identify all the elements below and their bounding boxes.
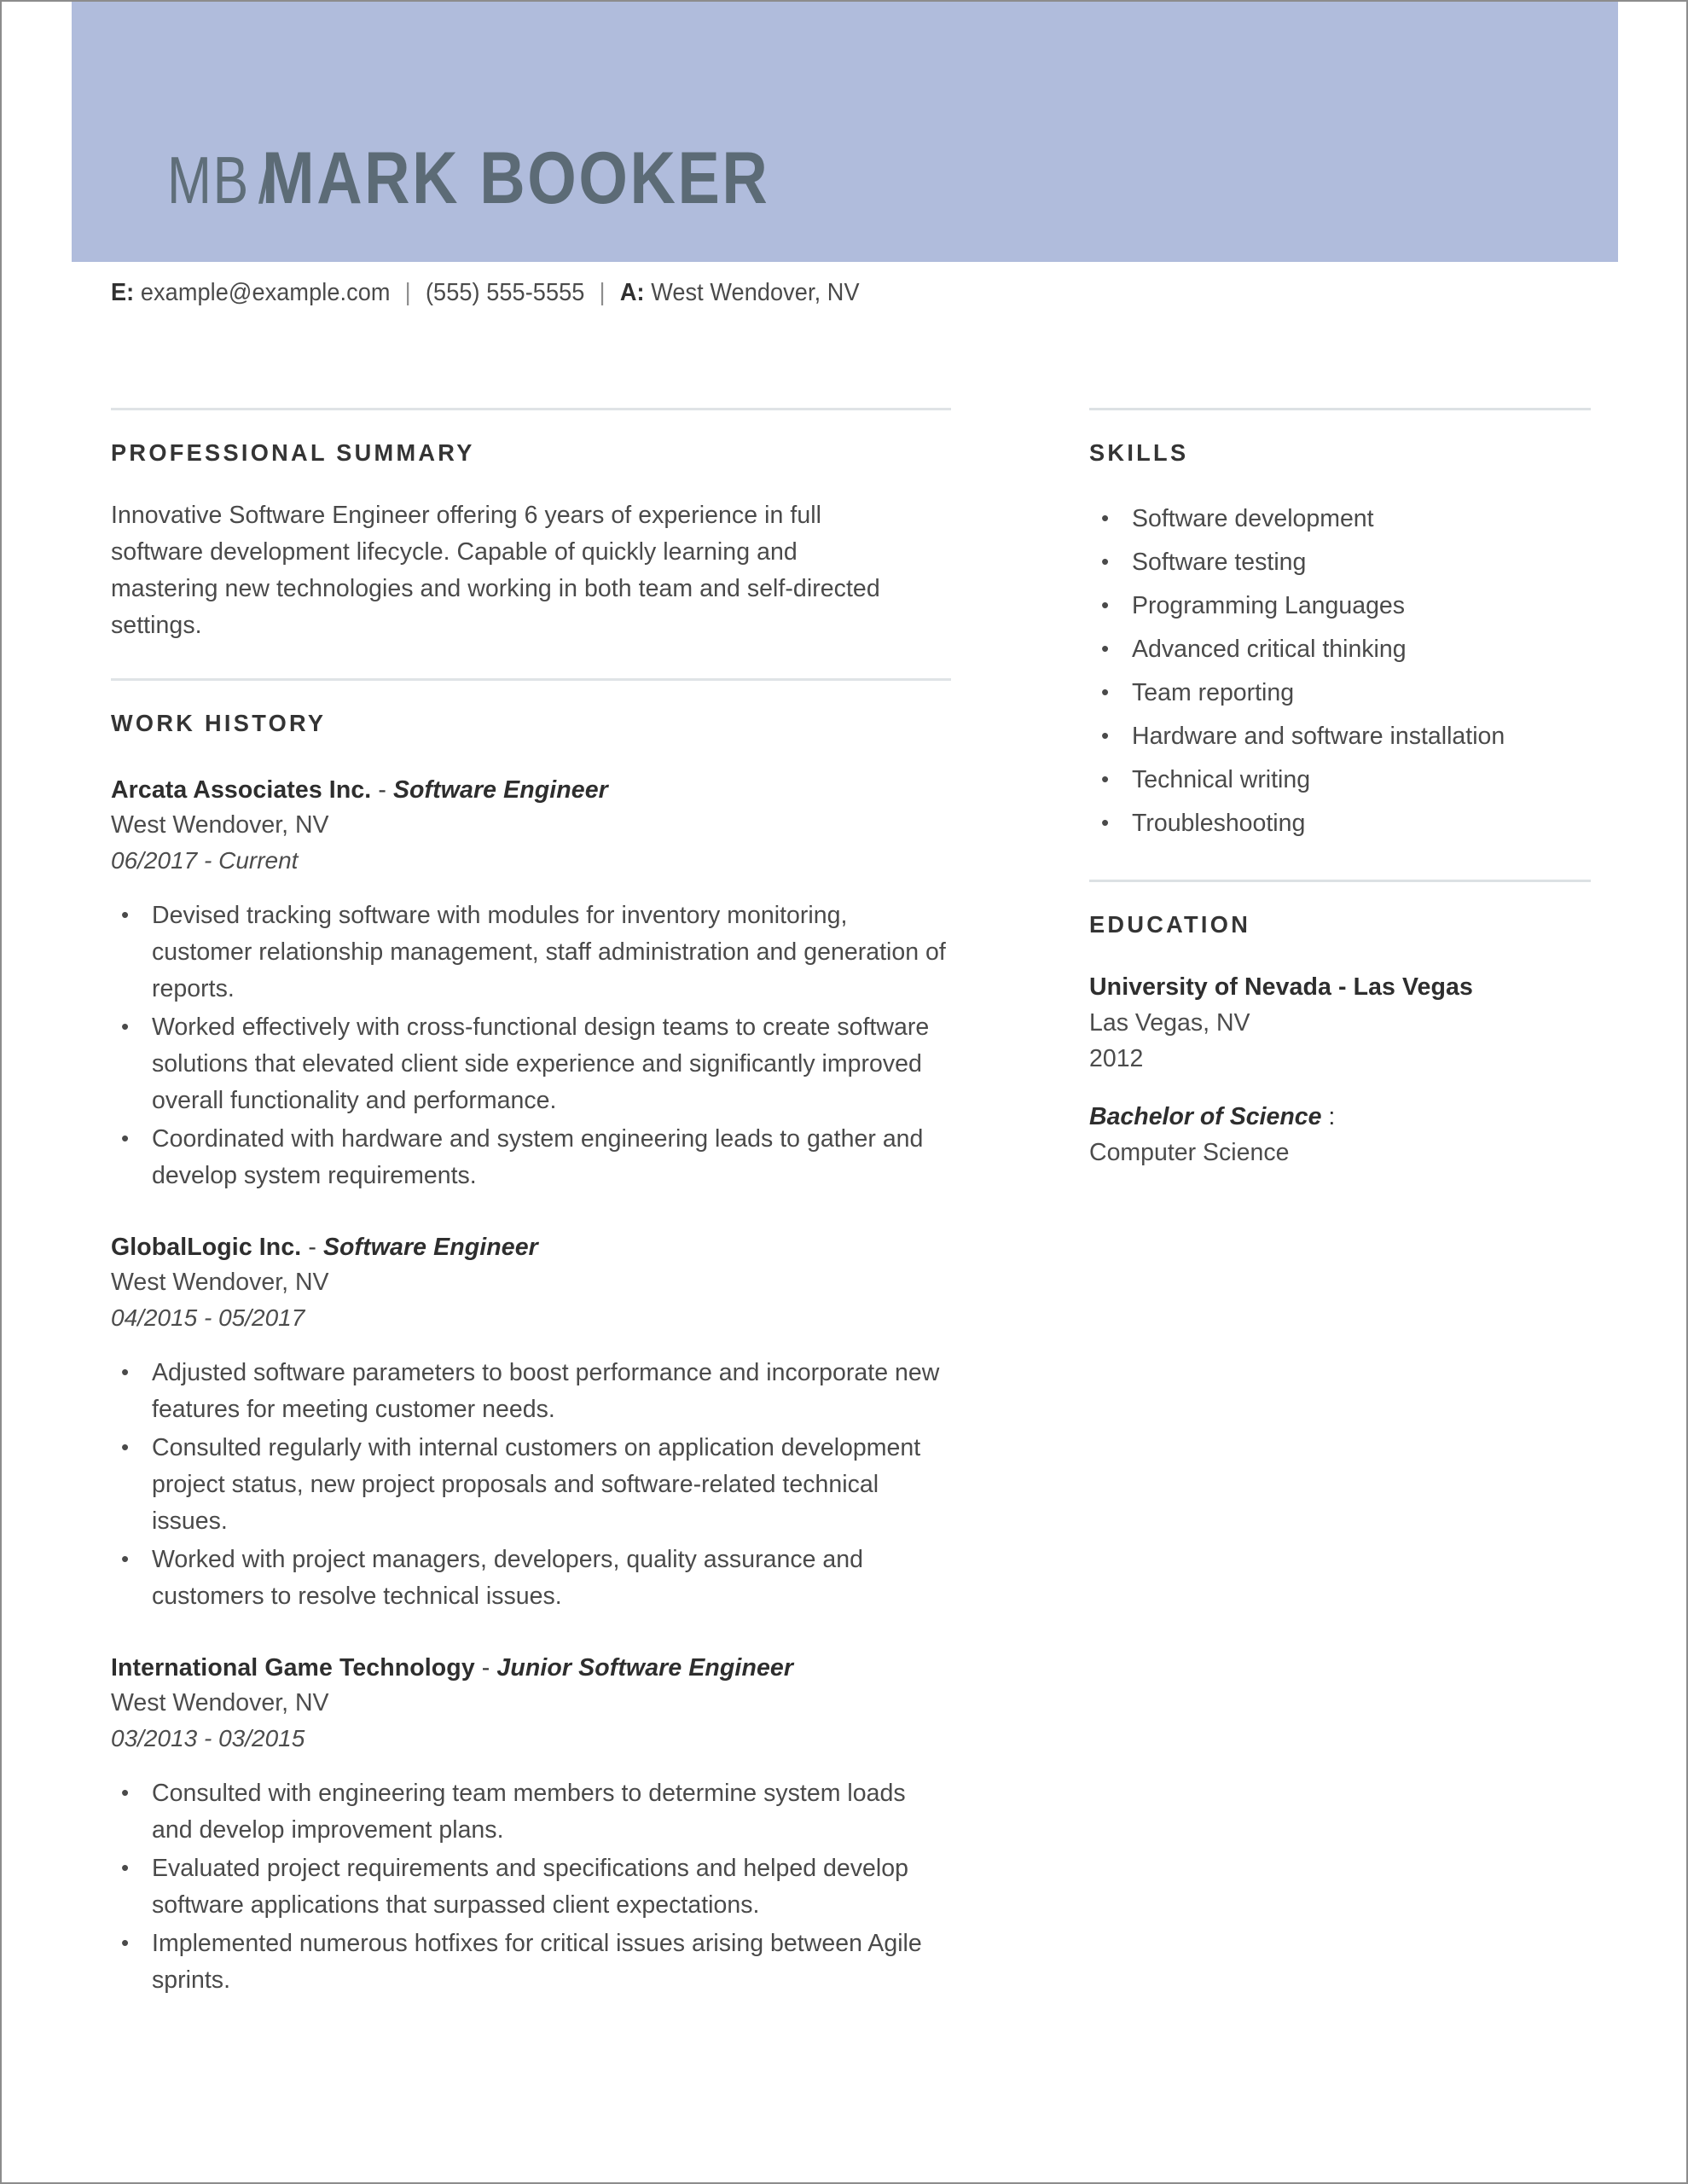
- job-dates: 04/2015 - 05/2017: [111, 1304, 305, 1331]
- address-value: West Wendover, NV: [651, 279, 860, 306]
- work-history-entry: Arcata Associates Inc. - Software Engine…: [111, 773, 951, 1194]
- job-bullet: Consulted regularly with internal custom…: [111, 1429, 951, 1540]
- job-dash: -: [474, 1654, 497, 1682]
- job-role: Software Engineer: [392, 776, 608, 804]
- phone-value[interactable]: (555) 555-5555: [426, 279, 584, 306]
- job-dash: -: [301, 1234, 323, 1261]
- address-label: A:: [619, 279, 645, 306]
- job-bullet-list: Devised tracking software with modules f…: [111, 897, 951, 1194]
- email-value[interactable]: example@example.com: [141, 279, 391, 306]
- education-major: Computer Science: [1089, 1139, 1290, 1166]
- education-year: 2012: [1089, 1045, 1144, 1072]
- job-bullet: Worked effectively with cross-functional…: [111, 1008, 951, 1119]
- job-bullet: Worked with project managers, developers…: [111, 1541, 951, 1615]
- job-role: Software Engineer: [322, 1234, 538, 1261]
- job-bullet: Evaluated project requirements and speci…: [111, 1850, 951, 1924]
- job-dates: 06/2017 - Current: [111, 847, 299, 874]
- skill-item: Team reporting: [1089, 671, 1591, 715]
- divider-above-summary: [111, 408, 951, 410]
- skill-item: Troubleshooting: [1089, 801, 1591, 845]
- contact-separator-2: |: [599, 279, 606, 306]
- job-bullet: Devised tracking software with modules f…: [111, 897, 951, 1008]
- job-bullet-list: Consulted with engineering team members …: [111, 1774, 951, 1999]
- skills-list: Software development Software testing Pr…: [1089, 497, 1591, 845]
- education-city: Las Vegas, NV: [1089, 1009, 1250, 1037]
- right-column: SKILLS Software development Software tes…: [1089, 408, 1591, 1170]
- section-title-education: EDUCATION: [1089, 911, 1251, 938]
- section-title-professional-summary: PROFESSIONAL SUMMARY: [111, 439, 475, 466]
- job-bullet: Consulted with engineering team members …: [111, 1774, 951, 1849]
- job-dates: 03/2013 - 03/2015: [111, 1725, 305, 1751]
- job-heading: International Game Technology - Junior S…: [111, 1651, 951, 1685]
- job-location: West Wendover, NV: [111, 1689, 329, 1716]
- job-dash: -: [371, 776, 393, 804]
- divider-above-skills: [1089, 408, 1591, 410]
- skill-item: Software testing: [1089, 540, 1591, 584]
- education-entry: University of Nevada - Las Vegas Las Veg…: [1089, 969, 1591, 1170]
- name-row: MB / MARK BOOKER: [167, 136, 852, 221]
- contact-separator-1: |: [404, 279, 411, 306]
- education-degree-line: Bachelor of Science :: [1089, 1099, 1591, 1135]
- skill-item: Hardware and software installation: [1089, 714, 1591, 758]
- resume-page: MB / MARK BOOKER E: example@example.com …: [0, 0, 1688, 2184]
- section-title-skills: SKILLS: [1089, 439, 1189, 466]
- job-bullet-list: Adjusted software parameters to boost pe…: [111, 1354, 951, 1615]
- work-history-entry: GlobalLogic Inc. - Software Engineer Wes…: [111, 1230, 951, 1615]
- job-bullet: Adjusted software parameters to boost pe…: [111, 1354, 951, 1428]
- job-bullet: Implemented numerous hotfixes for critic…: [111, 1925, 951, 1999]
- skill-item: Programming Languages: [1089, 584, 1591, 628]
- divider-above-work-history: [111, 678, 951, 681]
- divider-above-education: [1089, 880, 1591, 882]
- email-label: E:: [111, 279, 135, 306]
- job-company: International Game Technology: [111, 1654, 475, 1682]
- work-history-entry: International Game Technology - Junior S…: [111, 1651, 951, 1999]
- initials-monogram: MB: [167, 142, 250, 218]
- job-location: West Wendover, NV: [111, 811, 329, 839]
- skill-item: Technical writing: [1089, 758, 1591, 802]
- job-role: Junior Software Engineer: [496, 1654, 794, 1682]
- professional-summary-body: Innovative Software Engineer offering 6 …: [111, 502, 880, 639]
- job-heading: Arcata Associates Inc. - Software Engine…: [111, 773, 951, 807]
- job-company: Arcata Associates Inc.: [111, 776, 372, 804]
- job-company: GlobalLogic Inc.: [111, 1234, 302, 1261]
- job-heading: GlobalLogic Inc. - Software Engineer: [111, 1230, 951, 1264]
- job-bullet: Coordinated with hardware and system eng…: [111, 1120, 951, 1194]
- left-column: PROFESSIONAL SUMMARY Innovative Software…: [111, 408, 951, 2001]
- skill-item: Advanced critical thinking: [1089, 627, 1591, 671]
- contact-line: E: example@example.com | (555) 555-5555 …: [111, 279, 860, 307]
- education-school: University of Nevada - Las Vegas: [1089, 973, 1473, 1001]
- job-location: West Wendover, NV: [111, 1269, 329, 1296]
- candidate-full-name: MARK BOOKER: [261, 137, 770, 219]
- education-degree: Bachelor of Science: [1089, 1103, 1322, 1130]
- skill-item: Software development: [1089, 497, 1591, 541]
- education-degree-colon: :: [1321, 1103, 1336, 1130]
- header-band: MB / MARK BOOKER: [72, 2, 1618, 262]
- section-title-work-history: WORK HISTORY: [111, 710, 327, 736]
